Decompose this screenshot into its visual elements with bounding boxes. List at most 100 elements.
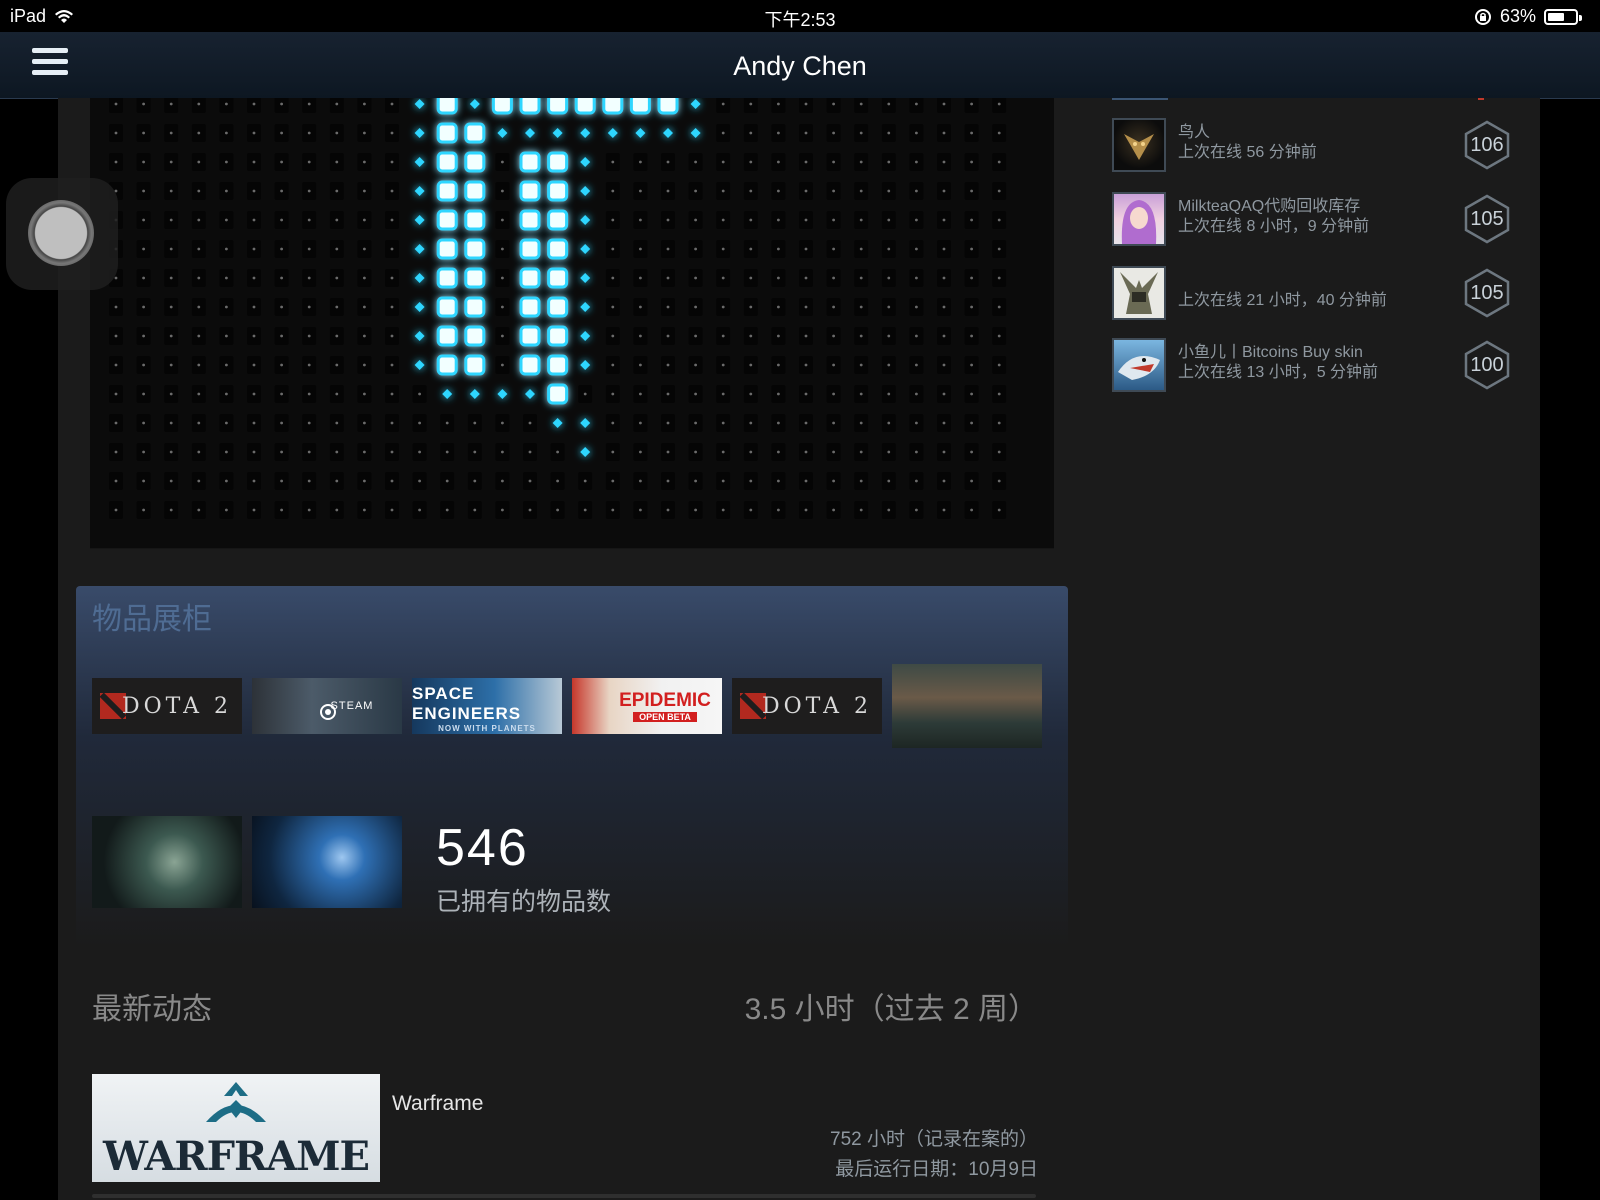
showcase-item-nebula[interactable] [92, 816, 242, 908]
led-off-dot [363, 160, 366, 164]
led-dim-cell [580, 273, 591, 283]
led-off-dot [832, 450, 835, 454]
friend-item[interactable]: 上次在线 21 小时，40 分钟前 105 [1112, 266, 1532, 324]
led-off-dot [749, 421, 753, 425]
led-off-dot [169, 421, 173, 425]
tile-sublabel: OPEN BETA [633, 712, 697, 722]
showcase-item-landscape[interactable] [892, 664, 1042, 748]
led-off-dot [887, 479, 891, 483]
led-off-dot [887, 334, 891, 338]
led-lit-cell [602, 98, 624, 115]
led-off-dot [280, 508, 283, 512]
led-off-dot [859, 392, 863, 396]
led-off-dot [225, 334, 228, 338]
led-off-dot [307, 131, 311, 135]
led-off-dot [197, 508, 201, 512]
led-off-cell [219, 98, 234, 113]
friend-item[interactable]: 鸟人 上次在线 56 分钟前 106 [1112, 118, 1532, 176]
led-off-dot [252, 305, 256, 309]
led-off-dot [583, 392, 587, 396]
led-off-dot [225, 508, 228, 512]
led-off-dot [363, 102, 366, 106]
led-off-dot [197, 247, 201, 251]
showcase-item-steam[interactable]: STEAM [252, 678, 402, 734]
led-off-dot [307, 479, 311, 483]
led-off-dot [832, 131, 835, 135]
status-right: 63% [1474, 6, 1582, 27]
led-off-dot [694, 479, 697, 483]
showcase-item-dota2[interactable]: DOTA 2 [732, 678, 882, 734]
led-off-dot [887, 363, 891, 367]
led-off-dot [114, 334, 118, 338]
showcase-item-starfield[interactable] [252, 816, 402, 908]
led-off-dot [418, 450, 421, 454]
led-off-dot [887, 102, 891, 106]
led-off-dot [335, 334, 339, 338]
led-off-dot [142, 218, 145, 222]
led-off-dot [666, 363, 670, 367]
assistive-touch-button[interactable] [6, 178, 118, 290]
led-off-dot [942, 247, 946, 251]
led-lit-cell [574, 98, 596, 115]
showcase-item-dota2[interactable]: DOTA 2 [92, 678, 242, 734]
led-off-dot [694, 218, 697, 222]
recent-hours: 3.5 小时（过去 2 周） [744, 993, 1038, 1026]
led-off-cell [247, 98, 261, 113]
led-off-dot [611, 450, 615, 454]
led-lit-cell [464, 354, 486, 376]
led-off-dot [225, 218, 228, 222]
led-off-dot [556, 450, 559, 454]
led-off-dot [142, 450, 145, 454]
led-lit-cell [547, 354, 569, 376]
friend-item[interactable]: MilkteaQAQ代购回收库存 上次在线 8 小时，9 分钟前 105 [1112, 192, 1532, 250]
led-off-dot [142, 479, 145, 483]
led-off-dot [307, 160, 311, 164]
led-off-dot [252, 450, 256, 454]
led-off-dot [169, 131, 173, 135]
led-off-dot [749, 334, 753, 338]
led-off-dot [169, 392, 173, 396]
scroll-hint-badge [1478, 98, 1484, 100]
showcase-item-space-engineers[interactable]: SPACE ENGINEERS NOW WITH PLANETS [412, 678, 562, 734]
led-off-dot [639, 479, 642, 483]
showcase-title: 物品展柜 [92, 603, 212, 636]
led-off-dot [225, 247, 228, 251]
showcase-item-epidemic[interactable]: EPIDEMIC OPEN BETA [572, 678, 722, 734]
led-off-dot [694, 508, 697, 512]
led-off-dot [970, 479, 973, 483]
led-off-dot [970, 189, 973, 193]
friend-level: 105 [1470, 282, 1504, 304]
friend-item[interactable]: 小鱼儿丨Bitcoins Buy skin 上次在线 13 小时，5 分钟前 1… [1112, 338, 1532, 396]
game-name-link[interactable]: Warframe [392, 1092, 483, 1116]
led-off-dot [887, 305, 891, 309]
led-off-dot [639, 305, 642, 309]
led-off-dot [252, 102, 256, 106]
led-off-dot [611, 508, 615, 512]
led-off-cell [357, 98, 372, 113]
led-off-dot [997, 479, 1001, 483]
game-capsule-image[interactable]: WARFRAME [92, 1074, 380, 1182]
led-off-dot [970, 450, 973, 454]
led-off-dot [859, 160, 863, 164]
tile-sublabel: NOW WITH PLANETS [438, 724, 536, 733]
led-off-dot [611, 189, 615, 193]
led-off-dot [666, 392, 670, 396]
led-off-dot [473, 450, 477, 454]
led-off-dot [832, 421, 835, 425]
led-off-dot [225, 160, 228, 164]
led-off-dot [859, 479, 863, 483]
led-off-dot [252, 276, 256, 280]
led-off-dot [887, 247, 891, 251]
led-off-dot [225, 189, 228, 193]
led-off-dot [832, 102, 835, 106]
led-lit-cell [436, 151, 458, 173]
led-off-dot [721, 421, 725, 425]
led-off-dot [942, 363, 946, 367]
led-off-dot [252, 479, 256, 483]
led-off-dot [639, 363, 642, 367]
led-off-dot [915, 479, 918, 483]
battery-percent: 63% [1499, 6, 1536, 26]
led-off-dot [197, 421, 201, 425]
led-off-dot [197, 102, 201, 106]
led-off-dot [445, 421, 449, 425]
